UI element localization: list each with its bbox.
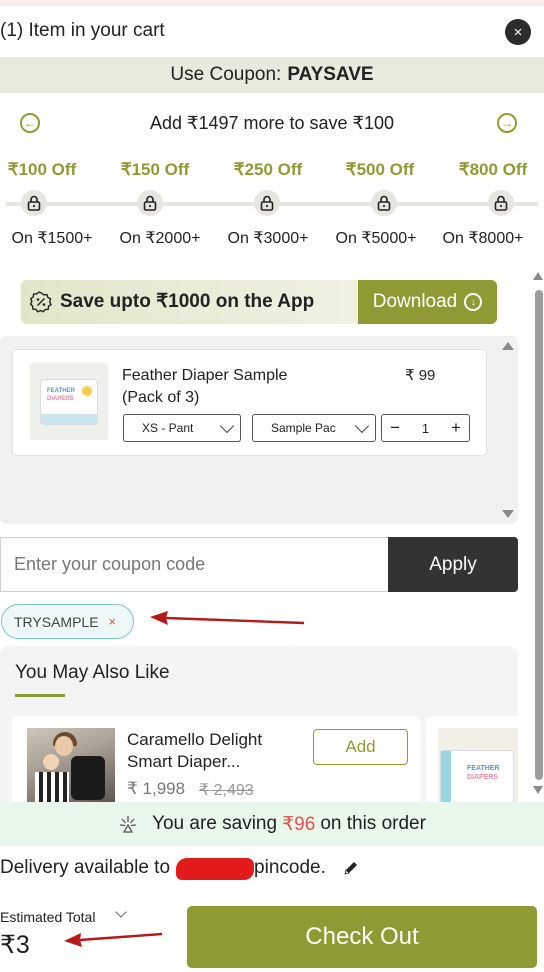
estimated-total-value: ₹3 bbox=[0, 931, 30, 959]
cart-item-name[interactable]: Feather Diaper Sample (Pack of 3) bbox=[122, 365, 322, 409]
arrow-down-circle-icon: ↓ bbox=[464, 293, 483, 311]
applied-coupon-code: TRYSAMPLE bbox=[14, 613, 99, 630]
close-button[interactable]: × bbox=[505, 19, 531, 45]
tier-condition: On ₹2000+ bbox=[119, 230, 201, 247]
size-select[interactable]: XS - Pant bbox=[123, 414, 241, 442]
cart-item-price: ₹ 99 bbox=[405, 367, 436, 384]
arrow-right-icon[interactable]: → bbox=[497, 113, 517, 133]
add-suggestion-button[interactable]: Add bbox=[313, 729, 408, 765]
cart-item-image: FEATHER DIAPERS bbox=[30, 363, 108, 440]
lock-icon bbox=[137, 190, 163, 216]
cart-scroll-up-icon[interactable] bbox=[502, 342, 514, 350]
tier-condition: On ₹8000+ bbox=[442, 230, 524, 247]
tier-off-label: ₹250 Off bbox=[233, 160, 303, 179]
tier-condition: On ₹1500+ bbox=[11, 230, 93, 247]
tier-off-label: ₹100 Off bbox=[7, 160, 77, 179]
suggestion-product-image[interactable]: FEATHER DIAPERS bbox=[438, 728, 518, 804]
decrease-quantity-button[interactable]: − bbox=[390, 418, 400, 438]
diaper-pack-image: FEATHER DIAPERS bbox=[40, 379, 98, 425]
chevron-down-icon bbox=[354, 418, 370, 434]
tier-off-label: ₹500 Off bbox=[345, 160, 415, 179]
cart-scroll-down-icon[interactable] bbox=[502, 510, 514, 518]
savings-bar: You are saving ₹96 on this order bbox=[0, 802, 544, 846]
suggestion-product-image[interactable] bbox=[27, 728, 115, 804]
chevron-down-icon[interactable] bbox=[115, 906, 127, 918]
download-label: Download bbox=[372, 291, 458, 312]
savings-suffix: on this order bbox=[320, 813, 426, 834]
diaper-pack-image: FEATHER DIAPERS bbox=[440, 750, 514, 804]
size-select-value: XS - Pant bbox=[142, 421, 194, 435]
delivery-suffix: pincode. bbox=[254, 857, 326, 878]
scroll-down-icon[interactable] bbox=[533, 786, 543, 794]
top-strip bbox=[0, 0, 544, 6]
delivery-info: Delivery available to pincode. bbox=[0, 857, 360, 880]
lock-icon bbox=[21, 190, 47, 216]
suggestion-price: ₹ 1,998 bbox=[127, 779, 186, 798]
lock-icon bbox=[488, 190, 514, 216]
savings-prefix: You are saving bbox=[152, 813, 278, 834]
suggestions-title: You May Also Like bbox=[15, 662, 170, 683]
coupon-banner: Use Coupon: PAYSAVE bbox=[0, 57, 544, 93]
sparkle-icon bbox=[119, 816, 137, 833]
discount-badge-icon bbox=[30, 291, 52, 313]
lock-icon bbox=[371, 190, 397, 216]
coupon-banner-code: PAYSAVE bbox=[287, 64, 374, 85]
tier-condition: On ₹5000+ bbox=[335, 230, 417, 247]
coupon-banner-prefix: Use Coupon: bbox=[170, 64, 282, 85]
suggestion-product-name[interactable]: Caramello Delight Smart Diaper... bbox=[127, 729, 307, 773]
coupon-code-input[interactable] bbox=[0, 537, 389, 592]
cart-title: (1) Item in your cart bbox=[0, 20, 165, 41]
tier-condition: On ₹3000+ bbox=[227, 230, 309, 247]
chevron-down-icon bbox=[219, 418, 235, 434]
suggestions-title-underline bbox=[15, 694, 65, 697]
arrow-left-icon[interactable]: ← bbox=[20, 113, 40, 133]
quantity-value: 1 bbox=[421, 420, 430, 436]
tier-off-label: ₹150 Off bbox=[120, 160, 190, 179]
download-app-button[interactable]: Download ↓ bbox=[358, 280, 497, 324]
pack-select[interactable]: Sample Pac bbox=[252, 414, 376, 442]
savings-amount: ₹96 bbox=[282, 813, 316, 835]
quantity-stepper: − 1 + bbox=[381, 414, 470, 442]
annotation-arrow bbox=[150, 611, 305, 625]
lock-icon bbox=[254, 190, 280, 216]
scroll-up-icon[interactable] bbox=[533, 272, 543, 280]
applied-coupon-chip: TRYSAMPLE × bbox=[1, 604, 134, 639]
tier-off-label: ₹800 Off bbox=[458, 160, 528, 179]
delivery-prefix: Delivery available to bbox=[0, 857, 171, 878]
app-promo-text: Save upto ₹1000 on the App bbox=[60, 291, 315, 312]
increase-quantity-button[interactable]: + bbox=[451, 418, 461, 438]
checkout-button[interactable]: Check Out bbox=[187, 906, 537, 968]
suggestion-mrp: ₹ 2,493 bbox=[199, 782, 254, 799]
close-icon: × bbox=[513, 23, 523, 41]
scrollbar-thumb[interactable] bbox=[535, 290, 543, 780]
apply-coupon-button[interactable]: Apply bbox=[388, 537, 518, 592]
edit-pincode-icon[interactable] bbox=[342, 859, 360, 877]
remove-coupon-icon[interactable]: × bbox=[109, 614, 117, 629]
annotation-arrow bbox=[64, 932, 163, 947]
pack-select-value: Sample Pac bbox=[271, 421, 336, 435]
estimated-total-label: Estimated Total bbox=[0, 909, 96, 925]
redacted-pincode bbox=[176, 858, 255, 880]
progress-message: Add ₹1497 more to save ₹100 bbox=[149, 113, 395, 133]
